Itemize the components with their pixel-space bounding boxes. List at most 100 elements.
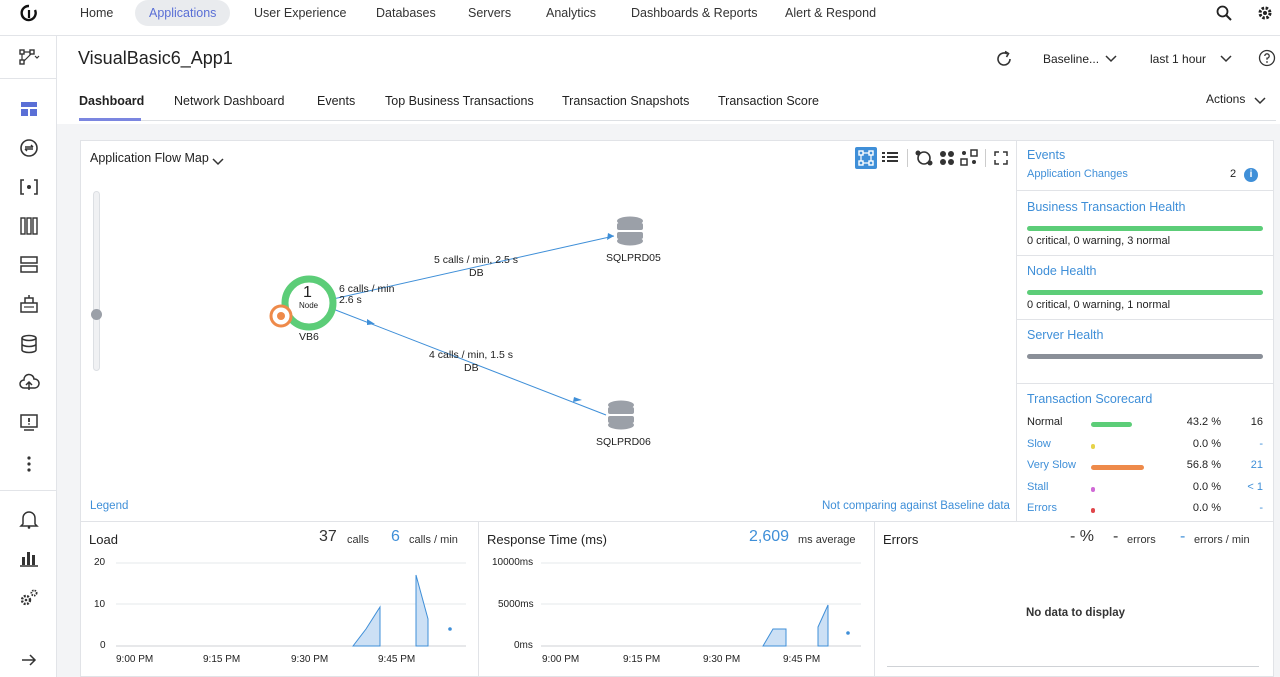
scorecard-label[interactable]: Slow (1027, 438, 1051, 450)
flow-switch-icon[interactable] (18, 46, 40, 68)
gear-icon[interactable] (1256, 4, 1274, 22)
left-sidebar (0, 36, 57, 677)
response-ytick: 5000ms (498, 599, 534, 610)
scorecard-label[interactable]: Normal (1027, 416, 1062, 428)
load-chart (116, 562, 466, 647)
scorecard-row[interactable]: Errors 0.0 % - (1027, 502, 1263, 520)
database-icon[interactable] (18, 333, 40, 355)
nav-servers[interactable]: Servers (454, 0, 525, 26)
edge1-type-label: DB (469, 267, 484, 279)
server-health-title[interactable]: Server Health (1027, 328, 1103, 342)
alert-monitor-icon[interactable] (18, 412, 40, 434)
nav-applications[interactable]: Applications (135, 0, 231, 26)
nav-databases[interactable]: Databases (362, 0, 450, 26)
active-tab-indicator (79, 118, 141, 121)
edge2-calls-label[interactable]: 4 calls / min, 1.5 s (429, 349, 513, 361)
chevron-down-icon[interactable] (1254, 95, 1266, 109)
load-calls-unit: calls (347, 534, 370, 546)
bell-icon[interactable] (18, 508, 40, 530)
expand-sidebar-arrow-icon[interactable] (18, 649, 40, 671)
refresh-icon[interactable] (994, 49, 1014, 72)
scorecard-label[interactable]: Errors (1027, 502, 1057, 514)
actions-menu[interactable]: Actions (1206, 92, 1245, 106)
load-ytick: 20 (94, 557, 106, 568)
chevron-down-icon[interactable] (1105, 53, 1117, 67)
scorecard-label[interactable]: Very Slow (1027, 459, 1076, 471)
load-ytick: 0 (100, 640, 106, 651)
scorecard-label[interactable]: Stall (1027, 481, 1048, 493)
load-xtick: 9:45 PM (378, 654, 416, 665)
db2-name[interactable]: SQLPRD06 (596, 436, 651, 448)
load-ytick: 10 (94, 599, 106, 610)
load-xtick: 9:15 PM (203, 654, 241, 665)
scorecard-row[interactable]: Very Slow 56.8 % 21 (1027, 459, 1263, 477)
cloud-upload-icon[interactable] (18, 372, 40, 394)
snapshot-icon[interactable] (18, 176, 40, 198)
legend-link[interactable]: Legend (90, 500, 128, 512)
appdynamics-logo[interactable] (20, 4, 38, 22)
transactions-icon[interactable] (18, 137, 40, 159)
tab-dashboard[interactable]: Dashboard (79, 94, 144, 108)
help-icon[interactable] (1258, 49, 1276, 70)
info-icon[interactable]: i (1244, 168, 1258, 182)
edge2-type-label: DB (464, 362, 479, 374)
bt-health-title[interactable]: Business Transaction Health (1027, 200, 1185, 214)
scorecard-row[interactable]: Stall 0.0 % < 1 (1027, 481, 1263, 499)
scorecard-percent: 56.8 % (1186, 459, 1221, 471)
configuration-gears-icon[interactable] (18, 587, 40, 609)
application-changes-link[interactable]: Application Changes (1027, 168, 1128, 180)
scorecard-row[interactable]: Normal 43.2 % 16 (1027, 416, 1263, 434)
tiers-icon[interactable] (18, 215, 40, 237)
more-icon[interactable] (18, 453, 40, 475)
scorecard-count[interactable]: - (1259, 438, 1263, 450)
scorecard-title[interactable]: Transaction Scorecard (1027, 392, 1152, 406)
top-nav-bar: Home Applications User Experience Databa… (0, 0, 1280, 36)
time-range-selector[interactable]: last 1 hour (1150, 52, 1206, 66)
nav-analytics[interactable]: Analytics (532, 0, 610, 26)
transaction-scorecard-section: Transaction Scorecard Normal 43.2 % 16 Slow… (1017, 384, 1273, 521)
nav-alert-respond[interactable]: Alert & Respond (771, 0, 890, 26)
application-flow-map-panel: Application Flow Map 1 Node VB6 6 calls … (80, 140, 1017, 522)
nav-dashboards-reports[interactable]: Dashboards & Reports (617, 0, 771, 26)
server-health-section: Server Health (1017, 320, 1273, 384)
nav-home[interactable]: Home (66, 0, 127, 26)
nav-user-experience[interactable]: User Experience (240, 0, 360, 26)
reports-chart-icon[interactable] (18, 547, 40, 569)
backends-icon[interactable] (18, 293, 40, 315)
events-section: Events Application Changes 2 i (1017, 141, 1273, 191)
node-time-label: 2.6 s (339, 294, 362, 306)
search-icon[interactable] (1215, 4, 1233, 22)
scorecard-row[interactable]: Slow 0.0 % - (1027, 438, 1263, 456)
bt-health-section: Business Transaction Health 0 critical, … (1017, 191, 1273, 256)
scorecard-count[interactable]: - (1259, 502, 1263, 514)
tab-top-business-transactions[interactable]: Top Business Transactions (385, 94, 534, 108)
response-time-title: Response Time (ms) (487, 532, 607, 547)
response-time-average: 2,609 (749, 528, 790, 545)
node-health-title[interactable]: Node Health (1027, 264, 1097, 278)
dashboard-icon[interactable] (18, 98, 40, 120)
baseline-note-link[interactable]: Not comparing against Baseline data (822, 500, 1010, 512)
health-side-panel: Events Application Changes 2 i Business … (1016, 140, 1274, 522)
scorecard-count[interactable]: 16 (1251, 416, 1263, 428)
errors-axis-line (887, 666, 1259, 667)
db1-name[interactable]: SQLPRD05 (606, 252, 661, 264)
tab-transaction-snapshots[interactable]: Transaction Snapshots (562, 94, 689, 108)
response-time-unit: ms average (798, 534, 856, 546)
scorecard-bar (1091, 465, 1144, 470)
node-count[interactable]: 1 (303, 284, 312, 302)
edge1-calls-label[interactable]: 5 calls / min, 2.5 s (434, 254, 518, 266)
tab-events[interactable]: Events (317, 94, 355, 108)
scorecard-count[interactable]: 21 (1251, 459, 1263, 471)
tab-transaction-score[interactable]: Transaction Score (718, 94, 819, 108)
scorecard-bar (1091, 508, 1095, 513)
chevron-down-icon[interactable] (1220, 53, 1232, 67)
node-name[interactable]: VB6 (299, 331, 319, 343)
response-time-chart (541, 562, 861, 647)
baseline-selector[interactable]: Baseline... (1043, 52, 1099, 66)
servers-icon[interactable] (18, 254, 40, 276)
sqlprd06-database-icon (608, 400, 634, 430)
tab-network-dashboard[interactable]: Network Dashboard (174, 94, 284, 108)
events-title[interactable]: Events (1027, 148, 1065, 162)
scorecard-count[interactable]: < 1 (1247, 481, 1263, 493)
server-health-bar (1027, 354, 1263, 359)
